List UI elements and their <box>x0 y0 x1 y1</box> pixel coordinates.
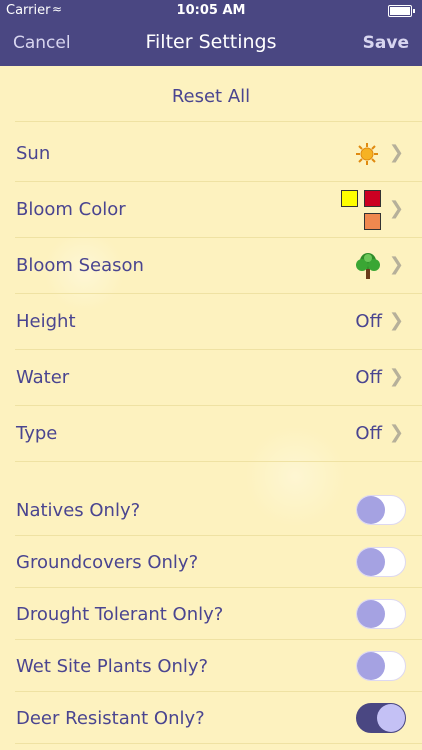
toggle-row-deer-resistant: Deer Resistant Only? <box>0 692 422 744</box>
filter-list: Reset All Sun ❯ Bloom Color ❯ Bloom Seas… <box>0 66 422 750</box>
drought-tolerant-only-switch[interactable] <box>356 599 406 629</box>
divider <box>15 461 422 462</box>
tree-icon <box>355 252 381 285</box>
navigation-bar: Cancel Filter Settings Save <box>0 22 422 66</box>
chevron-right-icon: ❯ <box>388 366 404 387</box>
color-swatch-red <box>364 190 381 207</box>
toggle-row-groundcovers: Groundcovers Only? <box>0 536 422 588</box>
chevron-right-icon: ❯ <box>388 198 404 219</box>
filter-label-water: Water <box>16 367 70 388</box>
battery-icon <box>388 5 415 17</box>
filter-value-water: Off <box>355 367 382 388</box>
divider <box>15 121 422 122</box>
status-time: 10:05 AM <box>176 3 246 18</box>
filter-row-sun[interactable]: Sun ❯ <box>0 126 422 182</box>
filter-value-height: Off <box>355 311 382 332</box>
toggle-label-natives: Natives Only? <box>16 500 141 521</box>
filter-row-height[interactable]: Height Off ❯ <box>0 294 422 350</box>
page-title: Filter Settings <box>145 31 277 53</box>
divider <box>15 743 422 744</box>
wet-site-plants-only-switch[interactable] <box>356 651 406 681</box>
filter-label-bloom-color: Bloom Color <box>16 199 126 220</box>
filter-label-sun: Sun <box>16 143 51 164</box>
filter-row-bloom-color[interactable]: Bloom Color ❯ <box>0 182 422 238</box>
save-button[interactable]: Save <box>363 33 409 53</box>
toggle-label-groundcovers: Groundcovers Only? <box>16 552 199 573</box>
chevron-right-icon: ❯ <box>388 422 404 443</box>
natives-only-switch[interactable] <box>356 495 406 525</box>
color-swatch-orange <box>364 213 381 230</box>
status-bar: Carrier ≈ 10:05 AM <box>0 0 422 22</box>
color-swatch-yellow <box>341 190 358 207</box>
reset-all-label: Reset All <box>171 86 251 107</box>
filter-row-water[interactable]: Water Off ❯ <box>0 350 422 406</box>
groundcovers-only-switch[interactable] <box>356 547 406 577</box>
deer-resistant-only-switch[interactable] <box>356 703 406 733</box>
filter-row-bloom-season[interactable]: Bloom Season ❯ <box>0 238 422 294</box>
chevron-right-icon: ❯ <box>388 254 404 275</box>
filter-label-type: Type <box>16 423 58 444</box>
filter-row-type[interactable]: Type Off ❯ <box>0 406 422 462</box>
filter-label-bloom-season: Bloom Season <box>16 255 144 276</box>
chevron-right-icon: ❯ <box>388 310 404 331</box>
sun-icon <box>355 142 379 171</box>
toggle-label-deer-resistant: Deer Resistant Only? <box>16 708 205 729</box>
toggle-row-drought-tolerant: Drought Tolerant Only? <box>0 588 422 640</box>
toggle-row-natives: Natives Only? <box>0 484 422 536</box>
filter-value-type: Off <box>355 423 382 444</box>
reset-all-button[interactable]: Reset All <box>0 66 422 122</box>
chevron-right-icon: ❯ <box>388 142 404 163</box>
toggle-label-drought-tolerant: Drought Tolerant Only? <box>16 604 224 625</box>
filter-label-height: Height <box>16 311 76 332</box>
toggle-label-wet-site: Wet Site Plants Only? <box>16 656 209 677</box>
toggle-row-wet-site: Wet Site Plants Only? <box>0 640 422 692</box>
